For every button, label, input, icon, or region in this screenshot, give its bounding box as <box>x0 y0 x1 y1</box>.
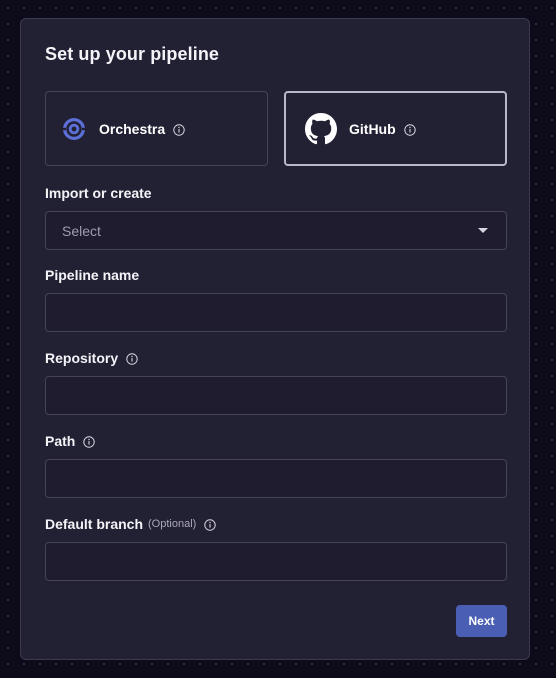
default-branch-input[interactable] <box>46 543 506 580</box>
next-button[interactable]: Next <box>456 605 507 637</box>
source-card-orchestra[interactable]: Orchestra <box>45 91 268 166</box>
default-branch-field <box>45 542 507 581</box>
source-label-github: GitHub <box>349 120 396 137</box>
pipeline-setup-dialog: Set up your pipeline Orchestra GitHub Im… <box>20 18 530 660</box>
default-branch-label: Default branch (Optional) <box>45 516 217 532</box>
chevron-down-icon[interactable] <box>478 228 488 233</box>
repository-field <box>45 376 507 415</box>
path-label-text: Path <box>45 433 76 449</box>
optional-hint: (Optional) <box>148 518 197 530</box>
source-card-github[interactable]: GitHub <box>284 91 507 166</box>
info-icon[interactable] <box>204 518 217 531</box>
info-icon[interactable] <box>403 123 416 136</box>
path-field <box>45 459 507 498</box>
repository-input[interactable] <box>46 377 506 414</box>
import-select[interactable]: Select <box>45 211 507 250</box>
import-select-value: Select <box>62 222 101 239</box>
repository-label: Repository <box>45 350 138 366</box>
repository-label-text: Repository <box>45 350 119 366</box>
pipeline-name-input[interactable] <box>46 294 506 331</box>
import-label: Import or create <box>45 185 152 201</box>
info-icon[interactable] <box>126 352 138 365</box>
info-icon[interactable] <box>83 435 96 448</box>
import-label-text: Import or create <box>45 185 152 201</box>
dialog-title: Set up your pipeline <box>45 44 220 64</box>
info-icon[interactable] <box>173 123 185 136</box>
pipeline-name-label: Pipeline name <box>45 267 139 283</box>
default-branch-label-text: Default branch <box>45 516 144 532</box>
path-label: Path <box>45 433 96 449</box>
source-label-orchestra: Orchestra <box>99 120 166 137</box>
pipeline-name-label-text: Pipeline name <box>45 267 140 283</box>
path-input[interactable] <box>46 460 506 497</box>
orchestra-logo-icon <box>61 116 87 142</box>
pipeline-name-field <box>45 293 507 332</box>
github-logo-icon <box>305 112 337 145</box>
